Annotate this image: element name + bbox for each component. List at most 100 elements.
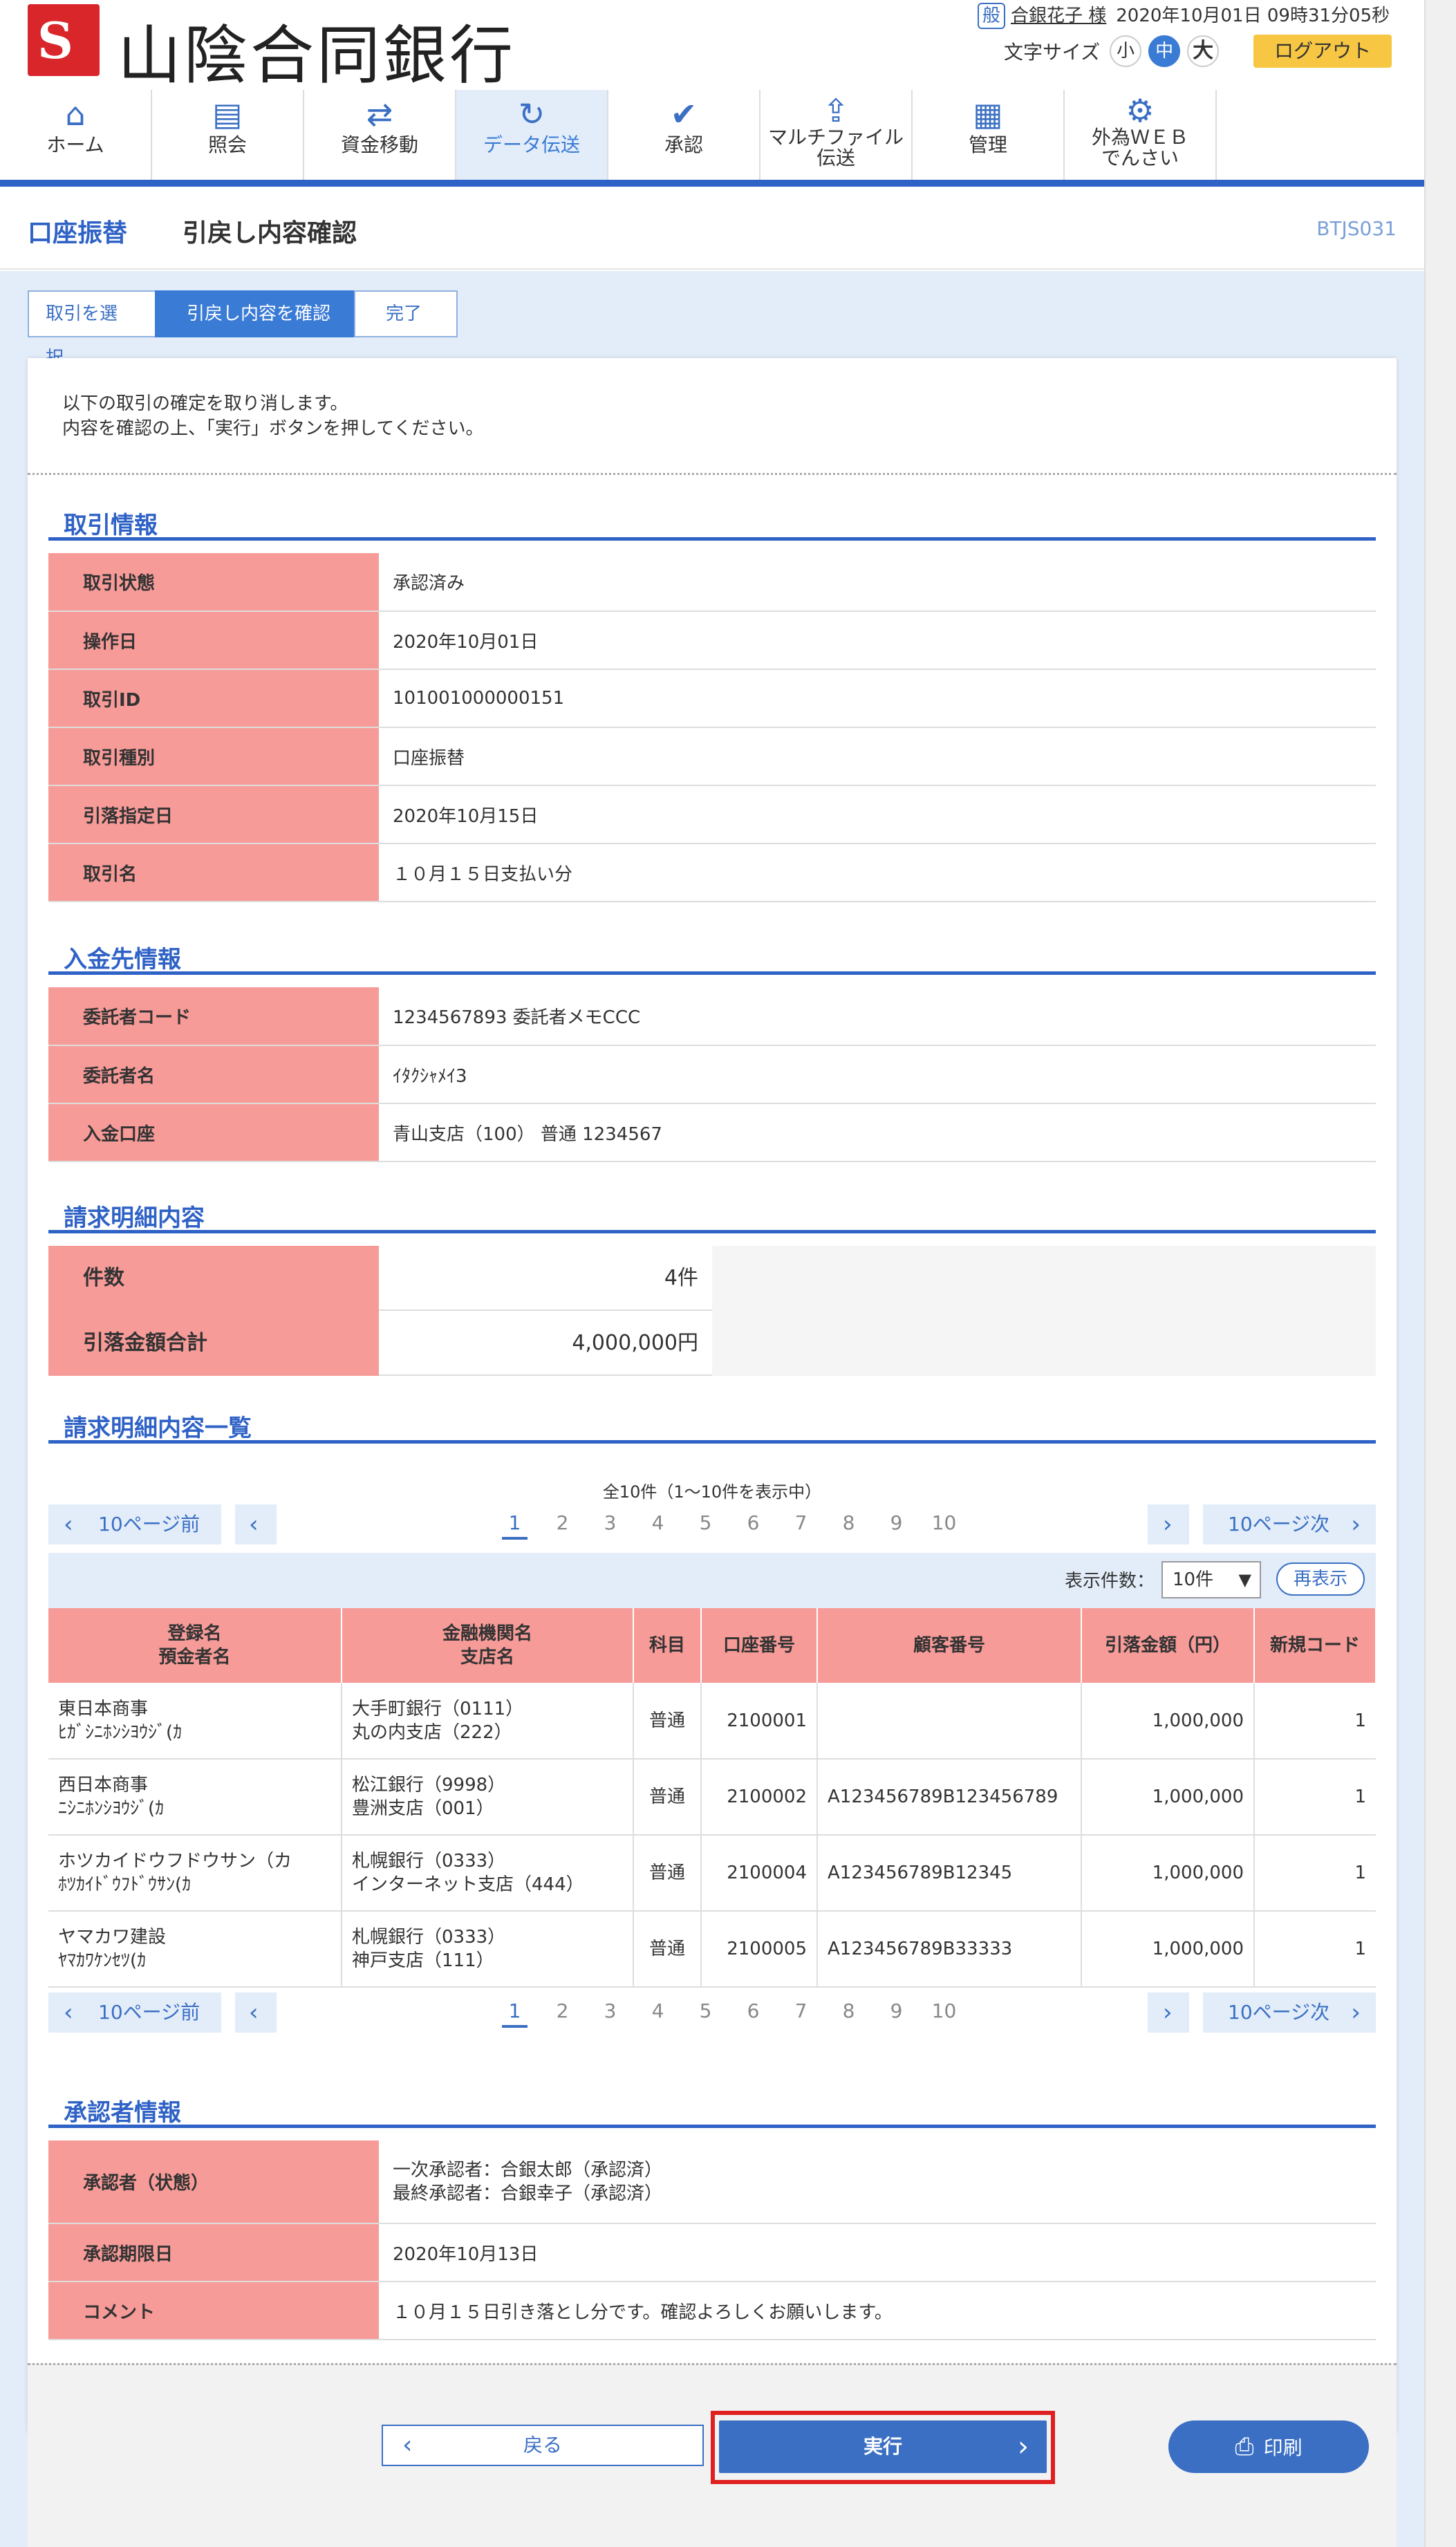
nav-multi-file[interactable]: ⇪ マルチファイル 伝送 (760, 90, 913, 180)
info-row: コメント １０月１５日引き落とし分です。確認よろしくお願いします。 (48, 2282, 1376, 2340)
bank-name: 山陰合同銀行 (118, 19, 516, 93)
logout-button[interactable]: ログアウト (1253, 35, 1392, 68)
font-size-medium-button[interactable]: 中 (1148, 35, 1181, 67)
field-value: 1234567893 委託者メモCCC (379, 987, 1376, 1046)
prev-page-button[interactable]: ‹ (235, 1504, 277, 1545)
page-link[interactable]: 2 (539, 1993, 586, 2033)
info-row: 入金口座 青山支店（100） 普通 1234567 (48, 1103, 1376, 1162)
prev-10-pages-button[interactable]: ‹ 10ページ前 (48, 1504, 221, 1545)
prev-page-button[interactable]: ‹ (235, 1993, 277, 2033)
page-link[interactable]: 5 (682, 1993, 729, 2033)
font-size-large-button[interactable]: 大 (1187, 35, 1220, 67)
section-heading-transaction: 取引情報 (48, 506, 1376, 541)
field-value: １０月１５日引き落とし分です。確認よろしくお願いします。 (379, 2282, 1376, 2340)
table-row: 東日本商事 ﾋｶﾞｼﾆﾎﾝｼﾖｳｼﾞ(ｶ 大手町銀行（0111） 丸の内支店（222… (48, 1683, 1376, 1760)
field-value: 2020年10月15日 (379, 785, 1376, 844)
page-link[interactable]: 10 (920, 1993, 968, 2033)
page-link[interactable]: 4 (634, 1504, 682, 1545)
next-page-button[interactable]: › (1148, 1504, 1189, 1545)
field-label: 取引名 (48, 843, 379, 902)
building-icon: ▦ (973, 95, 1003, 133)
execute-button[interactable]: 実行 › (719, 2420, 1047, 2473)
page-link[interactable]: 8 (825, 1504, 872, 1545)
next-page-button[interactable]: › (1148, 1993, 1189, 2033)
upload-icon: ⇪ (822, 92, 850, 129)
cell-amount: 1,000,000 (1081, 1835, 1255, 1912)
cell-amount: 1,000,000 (1081, 1911, 1255, 1988)
cell-bank: 大手町銀行（0111） 丸の内支店（222） (342, 1683, 634, 1760)
page-link[interactable]: 8 (825, 1993, 872, 2033)
info-row: 操作日 2020年10月01日 (48, 611, 1376, 670)
billing-list-table: 登録名 預金者名 金融機関名 支店名 科目 口座番号 顧客番号 引落金額（円） 新規… (48, 1608, 1376, 1988)
nav-label: ホーム (46, 133, 104, 156)
user-name-link[interactable]: 合銀花子 様 (1011, 6, 1106, 26)
info-row: 委託者コード 1234567893 委託者メモCCC (48, 987, 1376, 1046)
field-value: 承認済み (379, 553, 1376, 612)
nav-inquiry[interactable]: ▤ 照会 (152, 90, 304, 180)
approver-info-table: 承認者（状態） 一次承認者：合銀太郎（承認済） 最終承認者：合銀幸子（承認済） 承… (48, 2140, 1376, 2340)
font-size-small-button[interactable]: 小 (1110, 35, 1142, 67)
page-link[interactable]: 7 (777, 1993, 825, 2033)
section-heading-approver: 承認者情報 (48, 2093, 1376, 2128)
field-label: 承認者（状態） (48, 2140, 379, 2224)
next-10-pages-button[interactable]: 10ページ次 › (1203, 1504, 1376, 1545)
nav-forex-densai[interactable]: ⚙ 外為ＷＥＢ でんさい (1065, 90, 1217, 180)
pager-top: ‹ 10ページ前 ‹ 1 2 3 4 5 6 7 8 9 10 › 10ページ次 › (48, 1504, 1376, 1545)
chevron-right-icon: › (1163, 1999, 1173, 2026)
page-link[interactable]: 9 (872, 1993, 920, 2033)
page-link[interactable]: 1 (491, 1993, 539, 2033)
cell-type: 普通 (633, 1835, 702, 1912)
nav-label: データ伝送 (483, 133, 580, 156)
field-value: 口座振替 (379, 727, 1376, 786)
bank-logo-icon: S (28, 4, 100, 76)
table-row: ホツカイドウフドウサン（カ ﾎﾂｶｲﾄﾞｳﾌﾄﾞｳｻﾝ(ｶ 札幌銀行（0333）イ… (48, 1835, 1376, 1912)
action-bar: ‹ 戻る 実行 › ⎙ 印刷 (28, 2363, 1397, 2547)
cell-name: ホツカイドウフドウサン（カ ﾎﾂｶｲﾄﾞｳﾌﾄﾞｳｻﾝ(ｶ (48, 1835, 342, 1912)
column-header: 金融機関名 支店名 (342, 1608, 634, 1683)
vertical-scrollbar[interactable] (1424, 0, 1456, 2547)
cell-bank: 札幌銀行（0333） インターネット支店（444） (342, 1835, 634, 1912)
print-button[interactable]: ⎙ 印刷 (1168, 2420, 1369, 2473)
page-link[interactable]: 4 (634, 1993, 682, 2033)
nav-home[interactable]: ⌂ ホーム (0, 90, 152, 180)
page-link[interactable]: 2 (539, 1504, 586, 1545)
page-link[interactable]: 1 (491, 1504, 539, 1545)
prev-10-pages-button[interactable]: ‹ 10ページ前 (48, 1993, 221, 2033)
cell-account: 2100004 (701, 1835, 818, 1912)
page-link[interactable]: 10 (920, 1504, 968, 1545)
chevron-left-icon: ‹ (64, 1999, 73, 2026)
field-label: 操作日 (48, 611, 379, 670)
back-button[interactable]: ‹ 戻る (382, 2425, 704, 2466)
nav-label: マルチファイル (767, 126, 904, 149)
next-10-pages-button[interactable]: 10ページ次 › (1203, 1993, 1376, 2033)
intro-line: 内容を確認の上、「実行」ボタンを押してください。 (62, 418, 484, 439)
nav-fund-transfer[interactable]: ⇄ 資金移動 (304, 90, 456, 180)
summary-row: 引落金額合計 4,000,000円 (48, 1311, 712, 1376)
page-link[interactable]: 9 (872, 1504, 920, 1545)
button-label: 実行 (863, 2435, 902, 2458)
info-row: 取引名 １０月１５日支払い分 (48, 843, 1376, 902)
chevron-right-icon: › (1351, 1999, 1361, 2026)
nav-data-transmission[interactable]: ↻ データ伝送 (456, 90, 608, 180)
page-link[interactable]: 6 (729, 1993, 777, 2033)
nav-management[interactable]: ▦ 管理 (913, 90, 1065, 180)
page-link[interactable]: 6 (729, 1504, 777, 1545)
page-link[interactable]: 5 (682, 1504, 729, 1545)
display-count-select[interactable]: 10件 ▼ (1161, 1561, 1261, 1598)
page-link[interactable]: 3 (586, 1993, 634, 2033)
nav-approval[interactable]: ✔ 承認 (608, 90, 760, 180)
button-label: 10ページ前 (98, 1513, 200, 1536)
page-link[interactable]: 7 (777, 1504, 825, 1545)
page-link[interactable]: 3 (586, 1504, 634, 1545)
sync-icon: ↻ (518, 95, 545, 133)
info-row: 取引ID 101001000000151 (48, 669, 1376, 728)
cell-type: 普通 (633, 1911, 702, 1988)
cell-type: 普通 (633, 1759, 702, 1836)
redisplay-button[interactable]: 再表示 (1276, 1562, 1365, 1596)
column-header: 口座番号 (701, 1608, 818, 1683)
field-value: 4,000,000円 (379, 1311, 712, 1376)
field-label: 取引ID (48, 669, 379, 728)
logo-mark: S (37, 11, 73, 70)
table-row: 西日本商事 ﾆｼﾆﾎﾝｼﾖｳｼﾞ(ｶ 松江銀行（9998） 豊洲支店（001） 普通… (48, 1759, 1376, 1836)
document-icon: ▤ (212, 95, 243, 133)
